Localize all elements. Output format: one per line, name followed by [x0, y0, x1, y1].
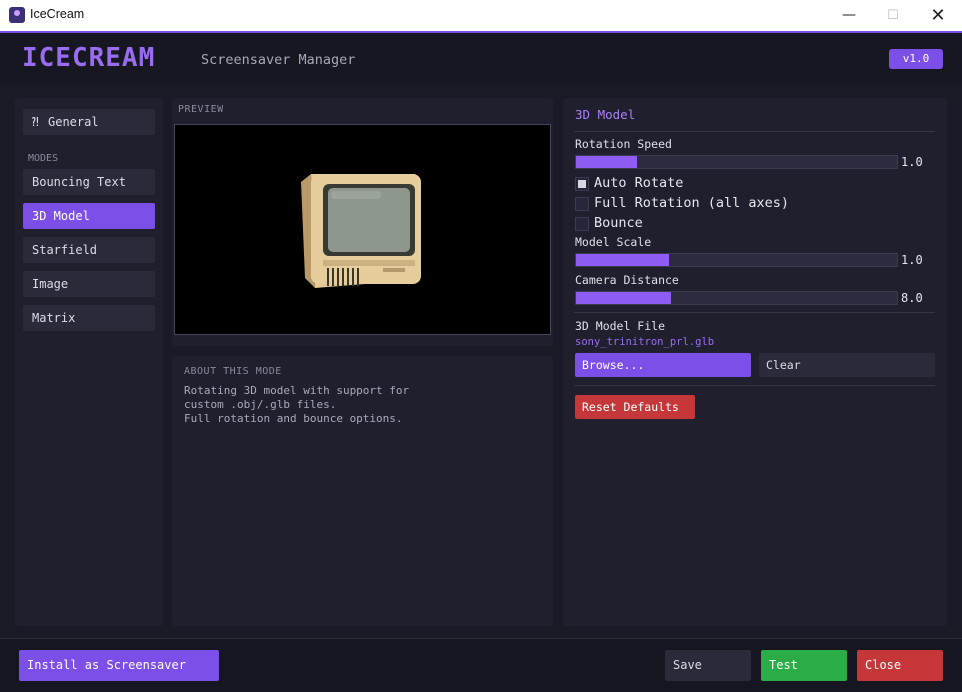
- mode-bouncing-text-button[interactable]: Bouncing Text: [23, 169, 155, 195]
- nav-general-button[interactable]: ⁈ General: [23, 109, 155, 135]
- close-button[interactable]: Close: [857, 650, 943, 681]
- app-icon: [9, 7, 25, 23]
- auto-rotate-box[interactable]: [575, 177, 589, 191]
- auto-rotate-label: Auto Rotate: [594, 175, 684, 191]
- full-rotation-label: Full Rotation (all axes): [594, 195, 790, 211]
- footer-bar: Install as Screensaver Save Test Close: [0, 638, 962, 692]
- app-subtitle: Screensaver Manager: [201, 52, 356, 68]
- camera-distance-label: Camera Distance: [575, 273, 679, 287]
- preview-panel: PREVIEW: [172, 98, 553, 346]
- settings-title: 3D Model: [575, 107, 636, 122]
- save-button[interactable]: Save: [665, 650, 751, 681]
- mode-matrix-button[interactable]: Matrix: [23, 305, 155, 331]
- camera-distance-value: 8.0: [901, 291, 923, 305]
- about-description: Rotating 3D model with support for custo…: [184, 384, 410, 425]
- install-screensaver-button[interactable]: Install as Screensaver: [19, 650, 219, 681]
- bounce-label: Bounce: [594, 215, 643, 231]
- window-close-button[interactable]: ✕: [915, 0, 961, 31]
- rotation-speed-slider[interactable]: [575, 155, 898, 169]
- modes-section-label: MODES: [28, 153, 59, 164]
- about-panel: ABOUT THIS MODE Rotating 3D model with s…: [172, 356, 553, 626]
- preview-caption: PREVIEW: [178, 104, 224, 115]
- sidebar: ⁈ General MODES Bouncing Text 3D Model St…: [15, 98, 163, 626]
- camera-distance-slider[interactable]: [575, 291, 898, 305]
- about-caption: ABOUT THIS MODE: [184, 366, 282, 377]
- preview-canvas: [174, 124, 551, 335]
- window-titlebar: IceCream — ☐ ✕: [0, 0, 962, 31]
- gear-icon: ⁈: [32, 115, 40, 129]
- test-button[interactable]: Test: [761, 650, 847, 681]
- settings-panel: 3D Model Rotation Speed 1.0 Auto Rotate …: [563, 98, 947, 626]
- maximize-button[interactable]: ☐: [870, 0, 916, 31]
- full-rotation-box[interactable]: [575, 197, 589, 211]
- model-scale-value: 1.0: [901, 253, 923, 267]
- nav-general-label: General: [48, 115, 99, 129]
- version-badge: v1.0: [889, 49, 943, 69]
- settings-divider: [574, 131, 935, 132]
- camera-distance-fill: [576, 292, 671, 304]
- rotation-speed-value: 1.0: [901, 155, 923, 169]
- app-header: ICECREAM Screensaver Manager v1.0: [0, 33, 962, 85]
- browse-button[interactable]: Browse...: [575, 353, 751, 377]
- crt-tv-model-image: [301, 174, 421, 288]
- rotation-speed-label: Rotation Speed: [575, 137, 672, 151]
- window-title: IceCream: [30, 7, 85, 21]
- settings-divider: [574, 312, 935, 313]
- rotation-speed-fill: [576, 156, 637, 168]
- clear-button[interactable]: Clear: [759, 353, 935, 377]
- model-scale-slider[interactable]: [575, 253, 898, 267]
- model-file-name: sony_trinitron_prl.glb: [575, 336, 715, 348]
- reset-defaults-button[interactable]: Reset Defaults: [575, 395, 695, 419]
- model-file-label: 3D Model File: [575, 319, 666, 333]
- mode-starfield-button[interactable]: Starfield: [23, 237, 155, 263]
- settings-divider: [574, 385, 935, 386]
- mode-image-button[interactable]: Image: [23, 271, 155, 297]
- bounce-box[interactable]: [575, 217, 589, 231]
- model-scale-fill: [576, 254, 670, 266]
- model-scale-label: Model Scale: [575, 235, 652, 249]
- app-logo: ICECREAM: [22, 43, 156, 73]
- mode-3d-model-button[interactable]: 3D Model: [23, 203, 155, 229]
- minimize-button[interactable]: —: [826, 0, 872, 31]
